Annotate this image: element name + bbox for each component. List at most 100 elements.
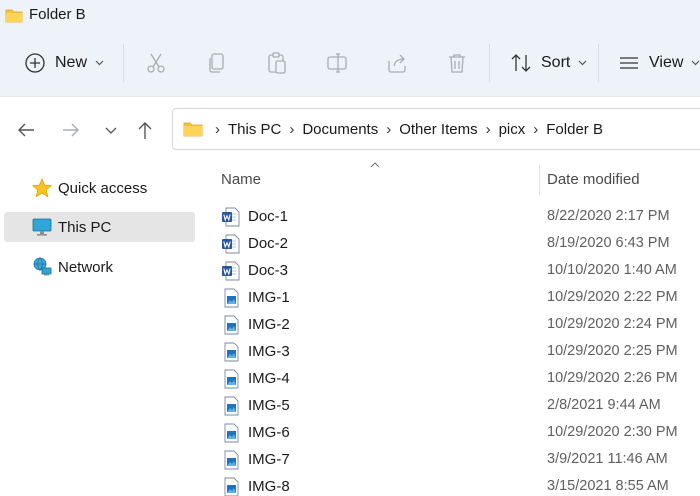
network-icon xyxy=(33,257,52,276)
file-name: Doc-2 xyxy=(248,235,289,252)
view-button-label: View xyxy=(649,54,684,71)
word-document-icon xyxy=(221,207,241,227)
file-row[interactable]: IMG-6 10/29/2020 2:30 PM xyxy=(210,419,700,446)
file-name: IMG-2 xyxy=(248,316,290,333)
file-row[interactable]: Doc-2 8/19/2020 6:43 PM xyxy=(210,230,700,257)
rename-icon[interactable] xyxy=(325,51,349,75)
new-button-label: New xyxy=(55,54,88,71)
sidebar-item-quick-access[interactable]: Quick access xyxy=(4,173,195,203)
file-name: Doc-1 xyxy=(248,208,289,225)
word-document-icon xyxy=(221,261,241,281)
file-date-modified: 10/29/2020 2:24 PM xyxy=(547,316,678,332)
chevron-down-icon xyxy=(578,60,587,66)
sidebar-item-this-pc[interactable]: This PC xyxy=(4,212,195,242)
file-row[interactable]: IMG-5 2/8/2021 9:44 AM xyxy=(210,392,700,419)
file-name: IMG-3 xyxy=(248,343,290,360)
view-button[interactable]: View xyxy=(618,45,700,81)
toolbar-divider xyxy=(123,44,124,82)
address-bar-row: › This PC › Documents › Other Items › pi… xyxy=(0,96,700,161)
file-row[interactable]: IMG-1 10/29/2020 2:22 PM xyxy=(210,284,700,311)
column-header-name[interactable]: Name xyxy=(221,171,261,188)
file-row[interactable]: Doc-3 10/10/2020 1:40 AM xyxy=(210,257,700,284)
file-date-modified: 10/29/2020 2:30 PM xyxy=(547,424,678,440)
image-file-icon xyxy=(221,342,241,362)
file-date-modified: 3/9/2021 11:46 AM xyxy=(547,451,668,467)
toolbar-divider xyxy=(598,44,599,82)
back-arrow-icon[interactable] xyxy=(15,119,37,141)
column-header-date-modified[interactable]: Date modified xyxy=(547,171,640,188)
sort-ascending-caret-icon xyxy=(370,162,380,168)
sidebar-item-network[interactable]: Network xyxy=(4,252,195,282)
file-date-modified: 10/29/2020 2:26 PM xyxy=(547,370,678,386)
file-name: IMG-6 xyxy=(248,424,290,441)
file-name: IMG-5 xyxy=(248,397,290,414)
folder-icon xyxy=(183,122,203,137)
folder-icon xyxy=(5,9,23,23)
file-date-modified: 10/29/2020 2:22 PM xyxy=(547,289,678,305)
file-date-modified: 8/19/2020 6:43 PM xyxy=(547,235,670,251)
image-file-icon xyxy=(221,315,241,335)
copy-icon[interactable] xyxy=(205,51,229,75)
chevron-down-icon xyxy=(691,60,700,66)
forward-arrow-icon[interactable] xyxy=(60,119,82,141)
sort-button[interactable]: Sort xyxy=(510,45,587,81)
file-row[interactable]: IMG-3 10/29/2020 2:25 PM xyxy=(210,338,700,365)
list-view-icon xyxy=(620,57,638,69)
new-button[interactable]: New xyxy=(24,45,104,81)
file-name: Doc-3 xyxy=(248,262,289,279)
sidebar-item-label: Network xyxy=(58,258,114,276)
image-file-icon xyxy=(221,450,241,470)
image-file-icon xyxy=(221,423,241,443)
column-divider[interactable] xyxy=(539,165,540,195)
breadcrumb-chevron-icon[interactable]: › xyxy=(525,121,546,138)
sort-icon xyxy=(511,54,531,72)
image-file-icon xyxy=(221,477,241,496)
file-date-modified: 10/29/2020 2:25 PM xyxy=(547,343,678,359)
breadcrumb-item[interactable]: Other Items xyxy=(399,121,477,138)
breadcrumb-chevron-icon: › xyxy=(215,120,220,138)
breadcrumb-chevron-icon[interactable]: › xyxy=(281,121,302,138)
word-document-icon xyxy=(221,234,241,254)
chevron-down-icon xyxy=(95,60,104,66)
command-toolbar: New Sort View xyxy=(0,31,700,96)
image-file-icon xyxy=(221,396,241,416)
breadcrumb-chevron-icon[interactable]: › xyxy=(478,121,499,138)
monitor-icon xyxy=(32,218,52,236)
breadcrumb-item[interactable]: This PC xyxy=(228,121,281,138)
file-name: IMG-7 xyxy=(248,451,290,468)
recent-locations-chevron-icon[interactable] xyxy=(100,119,122,141)
image-file-icon xyxy=(221,369,241,389)
breadcrumb-item[interactable]: picx xyxy=(499,121,526,138)
sidebar-item-label: This PC xyxy=(58,218,112,236)
up-arrow-icon[interactable] xyxy=(134,119,156,141)
window-title: Folder B xyxy=(29,6,86,23)
column-header-row: Name Date modified xyxy=(210,161,700,199)
sort-button-label: Sort xyxy=(541,54,571,71)
file-date-modified: 10/10/2020 1:40 AM xyxy=(547,262,677,278)
cut-icon[interactable] xyxy=(144,51,168,75)
delete-icon[interactable] xyxy=(445,51,469,75)
file-name: IMG-4 xyxy=(248,370,290,387)
plus-circle-icon xyxy=(25,53,45,73)
file-row[interactable]: IMG-4 10/29/2020 2:26 PM xyxy=(210,365,700,392)
image-file-icon xyxy=(221,288,241,308)
file-row[interactable]: IMG-8 3/15/2021 8:55 AM xyxy=(210,473,700,496)
paste-icon[interactable] xyxy=(265,51,289,75)
share-icon[interactable] xyxy=(385,51,409,75)
breadcrumb-chevron-icon[interactable]: › xyxy=(378,121,399,138)
file-row[interactable]: Doc-1 8/22/2020 2:17 PM xyxy=(210,203,700,230)
file-date-modified: 3/15/2021 8:55 AM xyxy=(547,478,669,494)
sidebar-item-label: Quick access xyxy=(58,179,148,197)
title-bar: Folder B xyxy=(0,0,700,31)
file-list: Name Date modified Doc-1 8/22/2020 2:17 P… xyxy=(210,161,700,496)
file-name: IMG-8 xyxy=(248,478,290,495)
star-icon xyxy=(31,178,53,198)
breadcrumb[interactable]: › This PC › Documents › Other Items › pi… xyxy=(172,108,700,150)
file-row[interactable]: IMG-7 3/9/2021 11:46 AM xyxy=(210,446,700,473)
navigation-pane: Quick access This PC Network xyxy=(0,161,200,496)
file-date-modified: 2/8/2021 9:44 AM xyxy=(547,397,661,413)
file-date-modified: 8/22/2020 2:17 PM xyxy=(547,208,670,224)
breadcrumb-item[interactable]: Folder B xyxy=(546,121,603,138)
breadcrumb-item[interactable]: Documents xyxy=(302,121,378,138)
file-row[interactable]: IMG-2 10/29/2020 2:24 PM xyxy=(210,311,700,338)
